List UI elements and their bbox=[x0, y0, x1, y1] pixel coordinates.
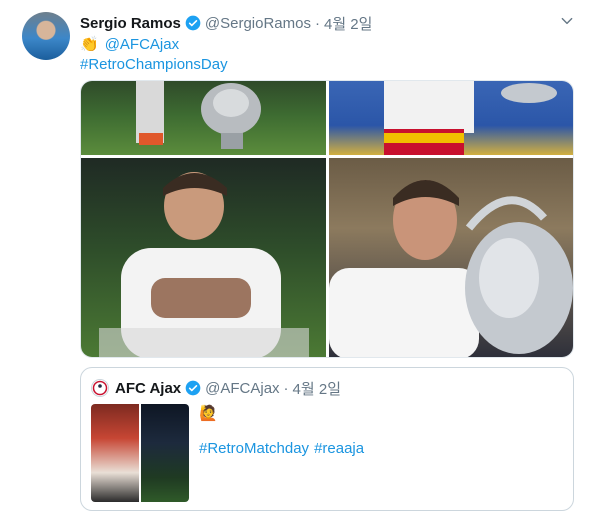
separator-dot: · bbox=[314, 14, 320, 32]
photo-trophy-lift[interactable] bbox=[329, 81, 573, 155]
hashtag-reaaja[interactable]: #reaaja bbox=[314, 440, 364, 457]
quoted-tweet-date[interactable]: 4월 2일 bbox=[293, 378, 341, 399]
verified-icon bbox=[185, 380, 201, 396]
photo-trophy-pitch[interactable] bbox=[81, 81, 326, 155]
photo-kneeling-with-trophy[interactable] bbox=[81, 158, 326, 357]
separator-dot: · bbox=[283, 379, 289, 397]
quoted-tweet[interactable]: AFC Ajax @AFCAjax · 4월 2일 🙋 #RetroMatchd… bbox=[80, 367, 574, 511]
tweet-date[interactable]: 4월 2일 bbox=[324, 13, 372, 34]
tweet-text-line-2: #RetroChampionsDay bbox=[80, 54, 228, 74]
tweet-card[interactable]: Sergio Ramos @SergioRamos · 4월 2일 👏 @AFC… bbox=[0, 0, 600, 516]
quoted-author-handle[interactable]: @AFCAjax bbox=[205, 380, 279, 397]
raising-hand-icon: 🙋 bbox=[199, 405, 218, 422]
mention-link[interactable]: @AFCAjax bbox=[105, 36, 179, 53]
avatar[interactable] bbox=[22, 12, 70, 60]
ajax-avatar[interactable] bbox=[91, 379, 109, 397]
tweet-text-line-1: 👏 @AFCAjax bbox=[80, 34, 179, 54]
author-handle[interactable]: @SergioRamos bbox=[205, 15, 311, 32]
verified-icon bbox=[185, 15, 201, 31]
quoted-tweet-text: #RetroMatchday #reaaja bbox=[199, 440, 364, 457]
quoted-author-name[interactable]: AFC Ajax bbox=[115, 380, 181, 397]
quoted-photo-1 bbox=[91, 404, 139, 502]
photo-smiling-with-trophy[interactable] bbox=[329, 158, 573, 357]
quoted-tweet-header: AFC Ajax @AFCAjax · 4월 2일 bbox=[115, 378, 341, 398]
clapping-hands-icon: 👏 bbox=[80, 36, 99, 53]
hashtag-link[interactable]: #RetroChampionsDay bbox=[80, 56, 228, 73]
hashtag-retromatchday[interactable]: #RetroMatchday bbox=[199, 440, 309, 457]
author-name[interactable]: Sergio Ramos bbox=[80, 15, 181, 32]
chevron-down-icon[interactable] bbox=[560, 14, 574, 28]
quoted-photo-2 bbox=[141, 404, 189, 502]
photo-grid bbox=[80, 80, 574, 358]
tweet-header: Sergio Ramos @SergioRamos · 4월 2일 bbox=[80, 13, 372, 33]
quoted-media[interactable] bbox=[91, 404, 189, 502]
